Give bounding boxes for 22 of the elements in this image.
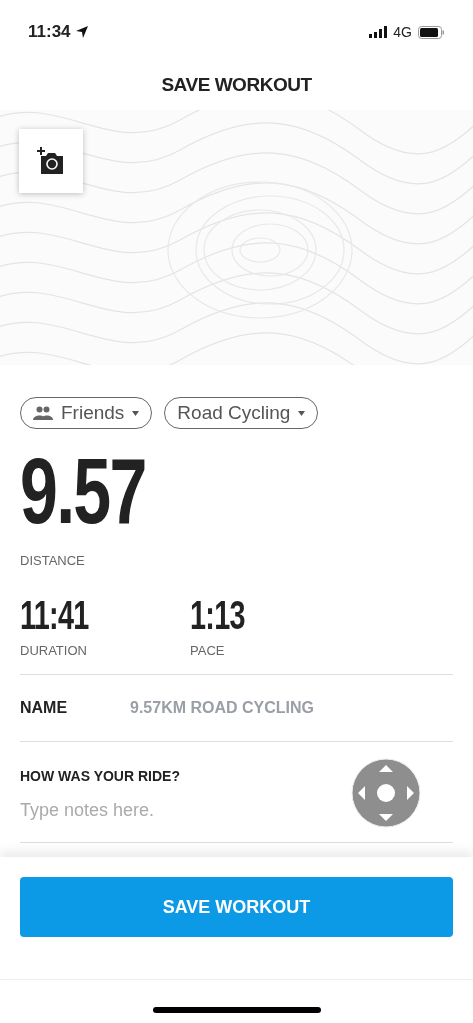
stat-value: 1:13 bbox=[190, 596, 245, 633]
caret-icon bbox=[298, 410, 306, 416]
distance-value: 9.57 bbox=[20, 451, 146, 531]
add-photo-icon bbox=[36, 147, 66, 175]
add-photo-button[interactable] bbox=[19, 129, 83, 193]
notes-label: HOW WAS YOUR RIDE? bbox=[20, 767, 181, 786]
stat-value: 11:41 bbox=[20, 596, 89, 633]
name-label: NAME bbox=[20, 698, 69, 718]
status-time: 11:34 bbox=[28, 21, 71, 44]
assistive-touch-icon[interactable] bbox=[351, 758, 421, 828]
battery-icon bbox=[418, 25, 445, 39]
signal-icon bbox=[369, 26, 388, 38]
stat-label: PACE bbox=[190, 641, 226, 660]
location-arrow-icon bbox=[74, 25, 89, 39]
people-icon bbox=[33, 406, 53, 420]
network-label: 4G bbox=[393, 22, 412, 42]
distance-label: DISTANCE bbox=[20, 552, 86, 570]
notes-input[interactable]: Type notes here. bbox=[20, 797, 320, 824]
stat-label: DURATION bbox=[20, 641, 88, 660]
caret-icon bbox=[132, 410, 140, 416]
name-input[interactable]: 9.57KM ROAD CYCLING bbox=[130, 696, 453, 720]
page-title: SAVE WORKOUT bbox=[161, 72, 312, 97]
